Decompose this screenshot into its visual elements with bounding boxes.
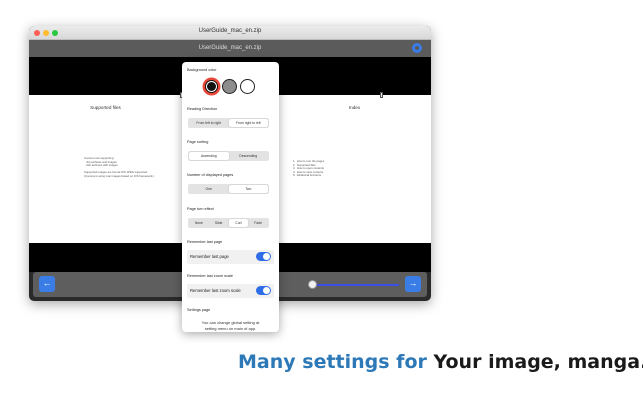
- next-page-button[interactable]: →: [405, 276, 421, 292]
- background-swatch-white[interactable]: [240, 79, 255, 94]
- displayed-pages-label: Number of displayed pages: [187, 173, 234, 177]
- reading-direction-label: Reading Direction: [187, 107, 218, 111]
- remember-zoom-row: Remember last zoom scale: [187, 284, 274, 298]
- remember-last-page-toggle[interactable]: [256, 252, 271, 261]
- gear-icon[interactable]: [412, 43, 422, 53]
- settings-popover: Background color Reading Direction From …: [182, 62, 279, 332]
- window-title: UserGuide_mac_en.zip: [198, 28, 262, 34]
- reading-direction-segmented: From left to right From right to left: [188, 118, 269, 128]
- remember-last-page-section-label: Remember last page: [187, 240, 223, 244]
- page-heading-right: Index: [348, 105, 361, 110]
- remember-last-page-row: Remember last page: [187, 250, 274, 264]
- displayed-pages-option[interactable]: Two: [228, 185, 268, 193]
- reading-direction-option[interactable]: From right to left: [228, 119, 268, 127]
- page-turn-option[interactable]: Fade: [248, 219, 268, 227]
- marketing-tagline: Many settings for Your image, manga.: [238, 351, 643, 373]
- background-swatch-gray[interactable]: [222, 79, 237, 94]
- remember-zoom-toggle[interactable]: [256, 286, 271, 295]
- page-sorting-segmented: Ascending Descending: [188, 151, 269, 161]
- page-turn-option[interactable]: Slide: [209, 219, 229, 227]
- page-turn-option[interactable]: Curl: [228, 219, 249, 227]
- previous-page-button[interactable]: ←: [39, 276, 55, 292]
- header-title: UserGuide_mac_en.zip: [198, 45, 262, 51]
- page-text-right: 1. How to turn the pages 2. Supported fi…: [293, 159, 325, 178]
- title-bar: UserGuide_mac_en.zip: [29, 26, 431, 40]
- background-color-label: Background color: [187, 68, 217, 72]
- page-marker: [380, 92, 383, 98]
- background-swatch-black[interactable]: [204, 79, 219, 94]
- page-turn-effect-label: Page turn effect: [187, 207, 214, 211]
- arrow-left-icon: ←: [42, 278, 52, 288]
- arrow-right-icon: →: [408, 278, 418, 288]
- page-sorting-option[interactable]: Descending: [229, 152, 269, 160]
- page-slider-knob[interactable]: [308, 280, 317, 289]
- app-header: UserGuide_mac_en.zip: [29, 40, 431, 57]
- page-left[interactable]: Supported files Cocona now supporting: ·…: [29, 92, 183, 243]
- displayed-pages-segmented: One Two: [188, 184, 269, 194]
- page-heading-left: Supported files: [90, 105, 121, 110]
- tagline-main: Your image, manga.: [433, 351, 643, 373]
- page-turn-option[interactable]: None: [189, 219, 209, 227]
- page-text-left: Cocona now supporting: · Zip archives an…: [84, 156, 155, 178]
- tagline-highlight: Many settings for: [238, 351, 434, 373]
- settings-page-note: You can change global setting at setting…: [201, 320, 260, 331]
- page-right[interactable]: Index 1. How to turn the pages 2. Suppor…: [278, 92, 431, 243]
- remember-zoom-toggle-label: Remember last zoom scale: [190, 288, 241, 293]
- remember-last-page-toggle-label: Remember last page: [190, 254, 229, 259]
- settings-page-label: Settings page: [187, 308, 211, 312]
- page-turn-effect-segmented: None Slide Curl Fade: [188, 218, 269, 228]
- displayed-pages-option[interactable]: One: [189, 185, 229, 193]
- remember-zoom-section-label: Remember last zoom scale: [187, 274, 234, 278]
- page-sorting-option[interactable]: Ascending: [189, 152, 229, 160]
- page-sorting-label: Page sorting: [187, 140, 209, 144]
- reading-direction-option[interactable]: From left to right: [189, 119, 229, 127]
- page-slider-track[interactable]: [311, 284, 399, 286]
